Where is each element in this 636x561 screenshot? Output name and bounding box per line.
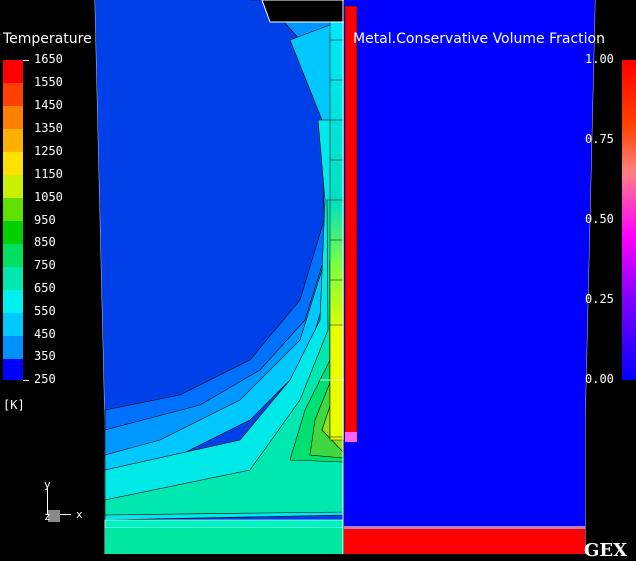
metal-pool bbox=[344, 528, 585, 554]
axis-z-label: z bbox=[44, 510, 51, 523]
axis-y-label: y bbox=[44, 478, 51, 491]
temperature-tick: 1350 bbox=[34, 121, 63, 135]
axis-x-label: x bbox=[76, 508, 83, 521]
temperature-legend-title: Temperature bbox=[3, 31, 92, 47]
temperature-tick: 750 bbox=[34, 258, 56, 272]
volume-fraction-tick: 0.00 bbox=[585, 372, 614, 386]
simulation-plot bbox=[3, 0, 636, 554]
temperature-unit: [K] bbox=[3, 398, 25, 412]
temperature-tick: 950 bbox=[34, 213, 56, 227]
volume-fraction-tick: 0.25 bbox=[585, 292, 614, 306]
temperature-tick: 1250 bbox=[34, 144, 63, 158]
temperature-tick: 450 bbox=[34, 327, 56, 341]
volume-fraction-colorbar bbox=[622, 60, 636, 380]
temperature-tick: 550 bbox=[34, 304, 56, 318]
temperature-tick: 1450 bbox=[34, 98, 63, 112]
temperature-tick: 250 bbox=[34, 372, 56, 386]
temperature-tick: 1150 bbox=[34, 167, 63, 181]
axis-triad[interactable]: y z x bbox=[40, 478, 100, 534]
viewport[interactable]: Temperature 1650 1550 1450 1350 1250 115… bbox=[0, 0, 636, 561]
volume-fraction-tick: 1.00 bbox=[585, 52, 614, 66]
volume-fraction-legend-title: Metal.Conservative Volume Fraction bbox=[353, 31, 605, 47]
volume-fraction-tick: 0.50 bbox=[585, 212, 614, 226]
bottom-slab bbox=[104, 519, 344, 529]
temperature-tick: 1650 bbox=[34, 52, 63, 66]
temperature-tickmark bbox=[23, 380, 29, 381]
temperature-colorbar bbox=[3, 60, 23, 380]
temperature-tick: 350 bbox=[34, 349, 56, 363]
temperature-tick: 1550 bbox=[34, 75, 63, 89]
logo: GEX bbox=[584, 540, 628, 561]
volume-fraction-field bbox=[344, 0, 595, 554]
temperature-tick: 650 bbox=[34, 281, 56, 295]
temperature-tickmark bbox=[23, 60, 29, 61]
volume-fraction-tick: 0.75 bbox=[585, 132, 614, 146]
temperature-tick: 1050 bbox=[34, 190, 63, 204]
temperature-tick: 850 bbox=[34, 235, 56, 249]
metal-column bbox=[344, 5, 358, 439]
